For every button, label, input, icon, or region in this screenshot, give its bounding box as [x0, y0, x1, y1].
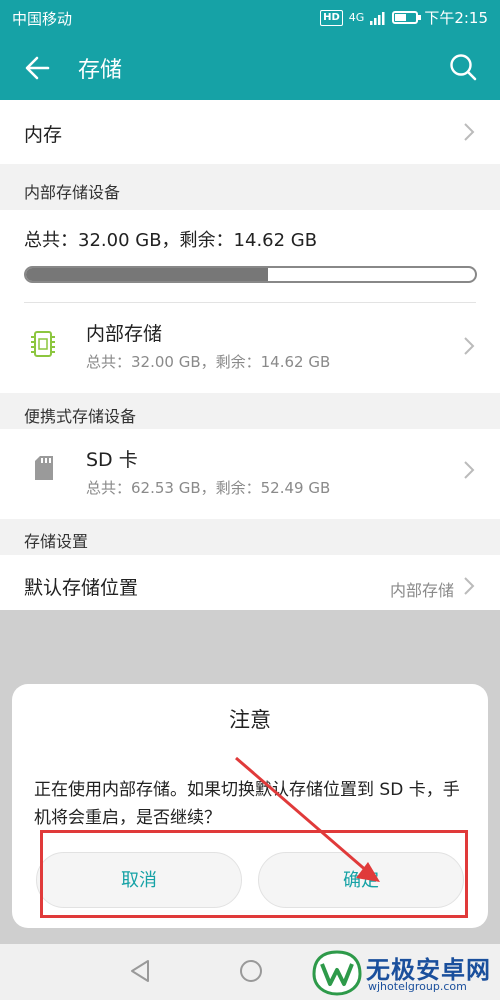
internal-storage-item[interactable]: 内部存储 总共：32.00 GB，剩余：14.62 GB [0, 303, 500, 393]
carrier-label: 中国移动 [12, 10, 73, 28]
app-bar: 存储 [0, 36, 500, 100]
section-header-portable: 便携式存储设备 [0, 393, 500, 429]
nav-back-icon[interactable] [128, 958, 152, 984]
section-header-internal: 内部存储设备 [0, 164, 500, 210]
back-arrow-icon[interactable] [22, 52, 54, 84]
storage-usage-bar [24, 266, 477, 283]
memory-row[interactable]: 内存 [0, 100, 500, 164]
dialog-title: 注意 [229, 708, 271, 732]
internal-summary: 总共：32.00 GB，剩余：14.62 GB [0, 210, 500, 302]
internal-storage-title: 内部存储 [86, 323, 163, 345]
status-bar: 中国移动 HD 4G 下午2:15 [0, 0, 500, 36]
sd-card-item[interactable]: SD 卡 总共：62.53 GB，剩余：52.49 GB [0, 429, 500, 519]
default-storage-location-value: 内部存储 [389, 581, 454, 600]
default-storage-location-row[interactable]: 默认存储位置 内部存储 [0, 555, 500, 617]
sd-card-title: SD 卡 [86, 449, 138, 471]
chevron-right-icon [464, 337, 475, 355]
status-icons: HD 4G 下午2:15 [320, 7, 488, 28]
annotation-highlight-box [40, 830, 468, 918]
chevron-right-icon [464, 461, 475, 479]
section-header-settings-label: 存储设置 [24, 532, 89, 551]
nav-home-icon[interactable] [238, 958, 264, 984]
sd-card-icon [35, 456, 53, 480]
dialog-message: 正在使用内部存储。如果切换默认存储位置到 SD 卡，手机将会重启，是否继续？ [34, 780, 460, 828]
hd-icon: HD [320, 9, 343, 26]
chevron-right-icon [464, 577, 475, 595]
watermark-url: wjhotelgroup.com [368, 980, 467, 993]
clock: 下午2:15 [424, 9, 488, 27]
chip-icon [31, 331, 55, 357]
default-storage-location-label: 默认存储位置 [24, 577, 139, 599]
section-header-portable-label: 便携式存储设备 [24, 407, 137, 426]
section-header-internal-label: 内部存储设备 [24, 183, 121, 202]
search-icon[interactable] [448, 52, 478, 82]
section-header-settings: 存储设置 [0, 519, 500, 555]
signal-icon: 4G [348, 10, 365, 24]
internal-summary-text: 总共：32.00 GB，剩余：14.62 GB [24, 230, 318, 251]
page-title: 存储 [78, 58, 123, 83]
watermark: 无极安卓网 wjhotelgroup.com [312, 948, 500, 1000]
chevron-right-icon [464, 123, 475, 141]
internal-storage-detail: 总共：32.00 GB，剩余：14.62 GB [86, 353, 331, 371]
signal-bars-icon [370, 11, 385, 25]
sd-card-detail: 总共：62.53 GB，剩余：52.49 GB [86, 479, 331, 497]
watermark-logo-icon [312, 950, 362, 996]
memory-label: 内存 [24, 124, 63, 146]
battery-icon [392, 11, 422, 24]
